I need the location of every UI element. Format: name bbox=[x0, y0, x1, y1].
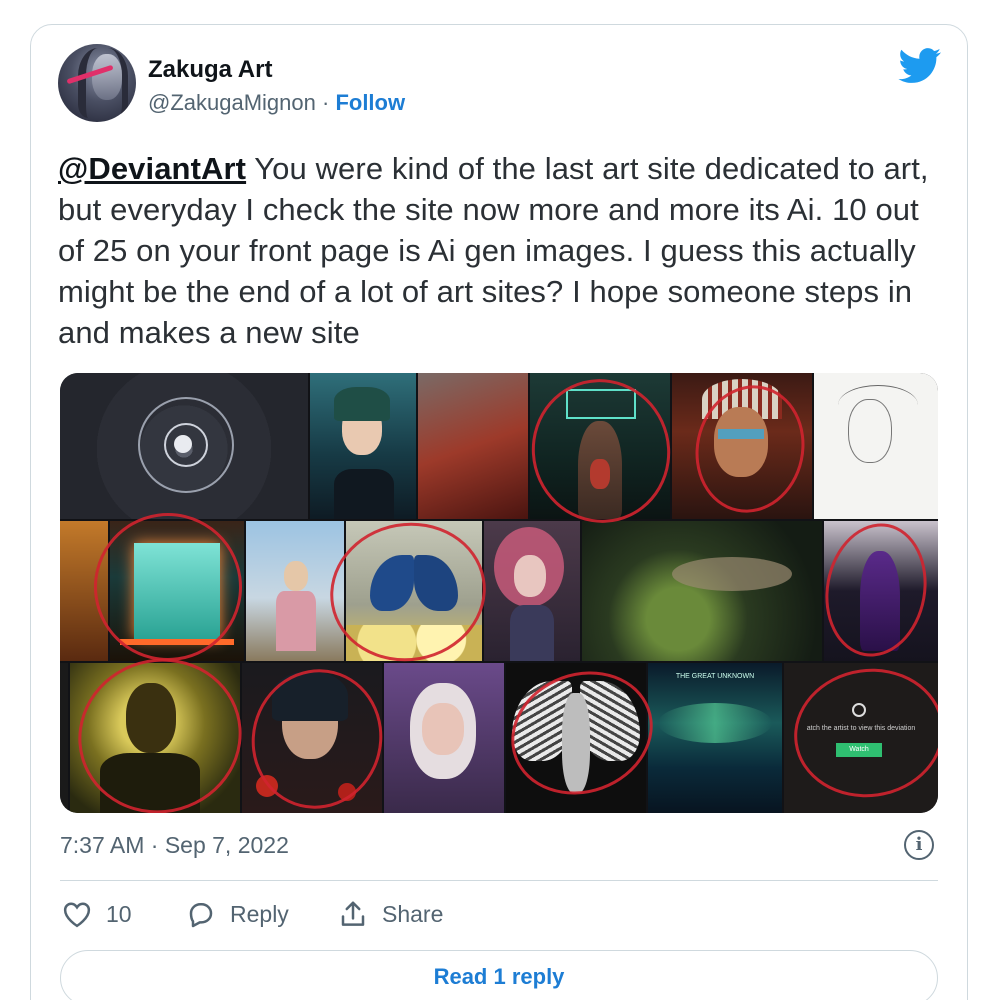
author-handle-line: @ZakugaMignon · Follow bbox=[148, 90, 405, 116]
follow-button[interactable]: Follow bbox=[335, 90, 405, 115]
handle-separator: · bbox=[315, 90, 336, 115]
avatar-face bbox=[92, 54, 122, 100]
mention-link[interactable]: @DeviantArt bbox=[58, 151, 246, 186]
share-button[interactable]: Share bbox=[338, 900, 443, 928]
tweet-timestamp[interactable]: 7:37 AM · Sep 7, 2022 bbox=[60, 832, 289, 859]
twitter-bird-icon[interactable] bbox=[898, 48, 942, 84]
tile-red-landscape bbox=[418, 373, 528, 519]
author-name[interactable]: Zakuga Art bbox=[148, 56, 272, 84]
reply-button[interactable]: Reply bbox=[186, 900, 289, 928]
tile-astrology-wheel bbox=[60, 373, 308, 519]
tile-anime-fox-girl bbox=[310, 373, 416, 519]
media-collage[interactable]: THE GREAT UNKNOWN atch the artist to vie… bbox=[60, 373, 938, 813]
like-count: 10 bbox=[106, 900, 132, 927]
read-replies-button[interactable]: Read 1 reply bbox=[60, 950, 938, 1000]
author-avatar[interactable] bbox=[58, 44, 136, 122]
tweet-text: @DeviantArt You were kind of the last ar… bbox=[58, 148, 938, 353]
tile-aurora: THE GREAT UNKNOWN bbox=[648, 663, 782, 813]
tile-pencil-sketch bbox=[814, 373, 938, 519]
reply-bubble-icon bbox=[189, 903, 213, 928]
info-icon[interactable]: i bbox=[904, 830, 934, 860]
share-upload-icon bbox=[341, 901, 365, 926]
share-label: Share bbox=[382, 900, 444, 927]
reply-label: Reply bbox=[230, 900, 289, 927]
author-handle[interactable]: @ZakugaMignon bbox=[148, 90, 316, 115]
divider bbox=[60, 880, 938, 881]
tile-dark-edge bbox=[60, 663, 68, 813]
tile-swamp-figure bbox=[582, 521, 822, 661]
like-button[interactable]: 10 bbox=[62, 900, 132, 928]
tile-pink-hair-woman bbox=[484, 521, 580, 661]
aurora-card-title: THE GREAT UNKNOWN bbox=[675, 673, 755, 680]
heart-icon bbox=[63, 902, 91, 928]
tile-blonde-woman bbox=[384, 663, 504, 813]
